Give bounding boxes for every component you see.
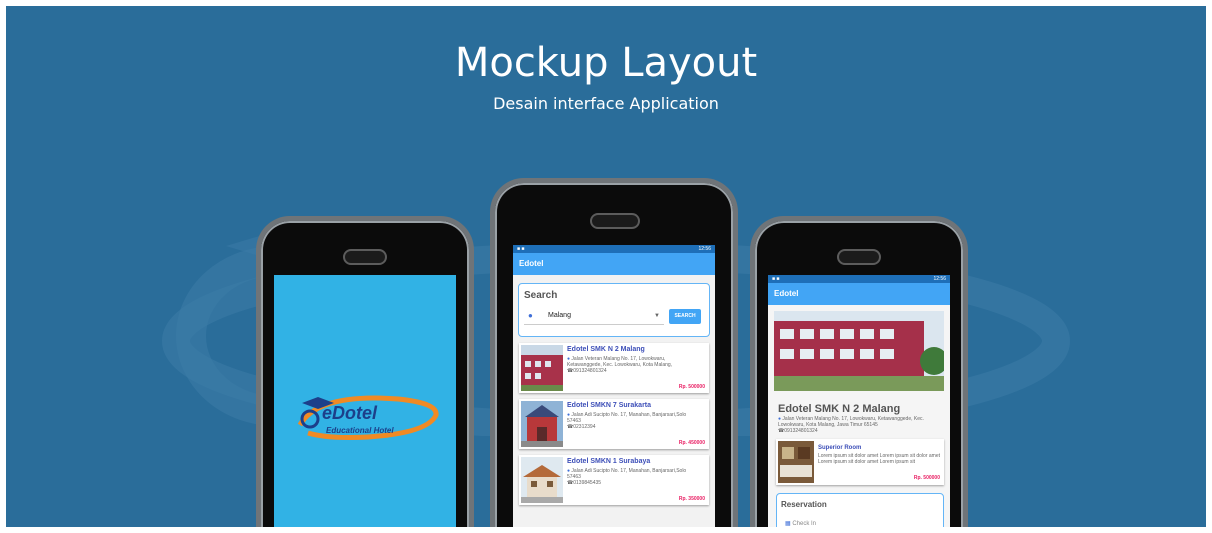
phone-speaker xyxy=(837,249,881,265)
hotel-list-item[interactable]: Edotel SMK N 2 Malang ● Jalan Veteran Ma… xyxy=(519,343,709,393)
hotel-address: ● Jalan Adi Sucipto No. 17, Manahan, Ban… xyxy=(567,412,701,430)
room-price: Rp. 500000 xyxy=(913,475,940,481)
reservation-card: Reservation ▦ Check In xyxy=(776,493,944,527)
hotel-price: Rp. 350000 xyxy=(678,496,705,502)
phone-search: ■ ■ 12:56 Edotel Search ● Malang ▼ SEARC… xyxy=(490,178,738,527)
notification-icons: ■ ■ xyxy=(517,246,525,252)
hotel-price: Rp. 500000 xyxy=(678,384,705,390)
location-dropdown[interactable]: ● Malang ▼ xyxy=(524,308,664,325)
hotel-address-text: Jalan Adi Sucipto No. 17, Manahan, Banja… xyxy=(567,468,687,480)
calendar-icon: ▦ xyxy=(785,521,791,527)
hotel-address-text: Jalan Veteran Malang No. 17, Lowokwaru, … xyxy=(778,416,924,428)
hotel-phone: 02312394 xyxy=(573,424,596,430)
hotel-address: ● Jalan Adi Sucipto No. 17, Manahan, Ban… xyxy=(567,468,701,486)
location-pin-icon: ● xyxy=(528,311,533,320)
slide-title: Mockup Layout xyxy=(454,40,758,86)
hotel-photo xyxy=(774,311,944,391)
status-bar: ■ ■ 12:56 xyxy=(768,275,950,283)
checkin-placeholder: Check In xyxy=(792,521,817,527)
hotel-photo xyxy=(521,457,563,503)
hotel-name: Edotel SMK N 2 Malang xyxy=(567,346,645,353)
svg-text:eDotel: eDotel xyxy=(322,403,378,423)
hotel-photo xyxy=(521,345,563,391)
status-time: 12:56 xyxy=(933,276,946,282)
hotel-price: Rp. 450000 xyxy=(678,440,705,446)
slide-subtitle: Desain interface Application xyxy=(493,94,719,113)
edotel-logo: eDotel Educational Hotel xyxy=(297,395,439,440)
splash-screen: eDotel Educational Hotel xyxy=(274,275,456,527)
room-description: Lorem ipsum sit dolor amet Lorem ipsum s… xyxy=(818,453,940,465)
room-card[interactable]: Superior Room Lorem ipsum sit dolor amet… xyxy=(776,439,944,485)
phone-detail: ■ ■ 12:56 Edotel Edotel SMK N 2 Malang ●… xyxy=(750,216,968,527)
chevron-down-icon: ▼ xyxy=(654,313,660,319)
hotel-name: Edotel SMKN 1 Surabaya xyxy=(567,458,651,465)
detail-screen: ■ ■ 12:56 Edotel Edotel SMK N 2 Malang ●… xyxy=(768,275,950,527)
hotel-phone: 091324801324 xyxy=(784,428,818,434)
room-title: Superior Room xyxy=(818,445,862,451)
search-button[interactable]: SEARCH xyxy=(669,309,701,324)
room-photo xyxy=(778,441,814,483)
hotel-list-item[interactable]: Edotel SMKN 1 Surabaya ● Jalan Adi Sucip… xyxy=(519,455,709,505)
hotel-name: Edotel SMKN 7 Surakarta xyxy=(567,402,652,409)
status-bar: ■ ■ 12:56 xyxy=(513,245,715,253)
phone-splash: eDotel Educational Hotel xyxy=(256,216,474,527)
presentation-slide: Mockup Layout Desain interface Applicati… xyxy=(6,6,1206,527)
hotel-address-text: Jalan Veteran Malang No. 17, Lowokwaru, … xyxy=(567,356,673,368)
hotel-address: ● Jalan Veteran Malang No. 17, Lowokwaru… xyxy=(567,356,701,374)
hotel-address-text: Jalan Adi Sucipto No. 17, Manahan, Banja… xyxy=(567,412,687,424)
checkin-field[interactable]: ▦ Check In xyxy=(785,520,816,527)
svg-text:Educational Hotel: Educational Hotel xyxy=(326,426,394,435)
search-screen: ■ ■ 12:56 Edotel Search ● Malang ▼ SEARC… xyxy=(513,245,715,527)
app-title: Edotel xyxy=(519,259,544,268)
app-bar: Edotel xyxy=(513,253,715,275)
hotel-phone: 091324801324 xyxy=(573,368,607,374)
phone-speaker xyxy=(590,213,640,229)
search-title: Search xyxy=(524,290,558,301)
hotel-phone: 0139845435 xyxy=(573,480,602,486)
app-bar: Edotel xyxy=(768,283,950,305)
hotel-address: ● Jalan Veteran Malang No. 17, Lowokwaru… xyxy=(778,416,938,434)
location-value: Malang xyxy=(548,312,571,319)
search-card: Search ● Malang ▼ SEARCH xyxy=(518,283,710,337)
hotel-photo xyxy=(521,401,563,447)
phone-speaker xyxy=(343,249,387,265)
status-time: 12:56 xyxy=(698,246,711,252)
hotel-name: Edotel SMK N 2 Malang xyxy=(778,403,901,415)
reservation-title: Reservation xyxy=(781,500,827,509)
hotel-list-item[interactable]: Edotel SMKN 7 Surakarta ● Jalan Adi Suci… xyxy=(519,399,709,449)
notification-icons: ■ ■ xyxy=(772,276,780,282)
app-title: Edotel xyxy=(774,289,799,298)
